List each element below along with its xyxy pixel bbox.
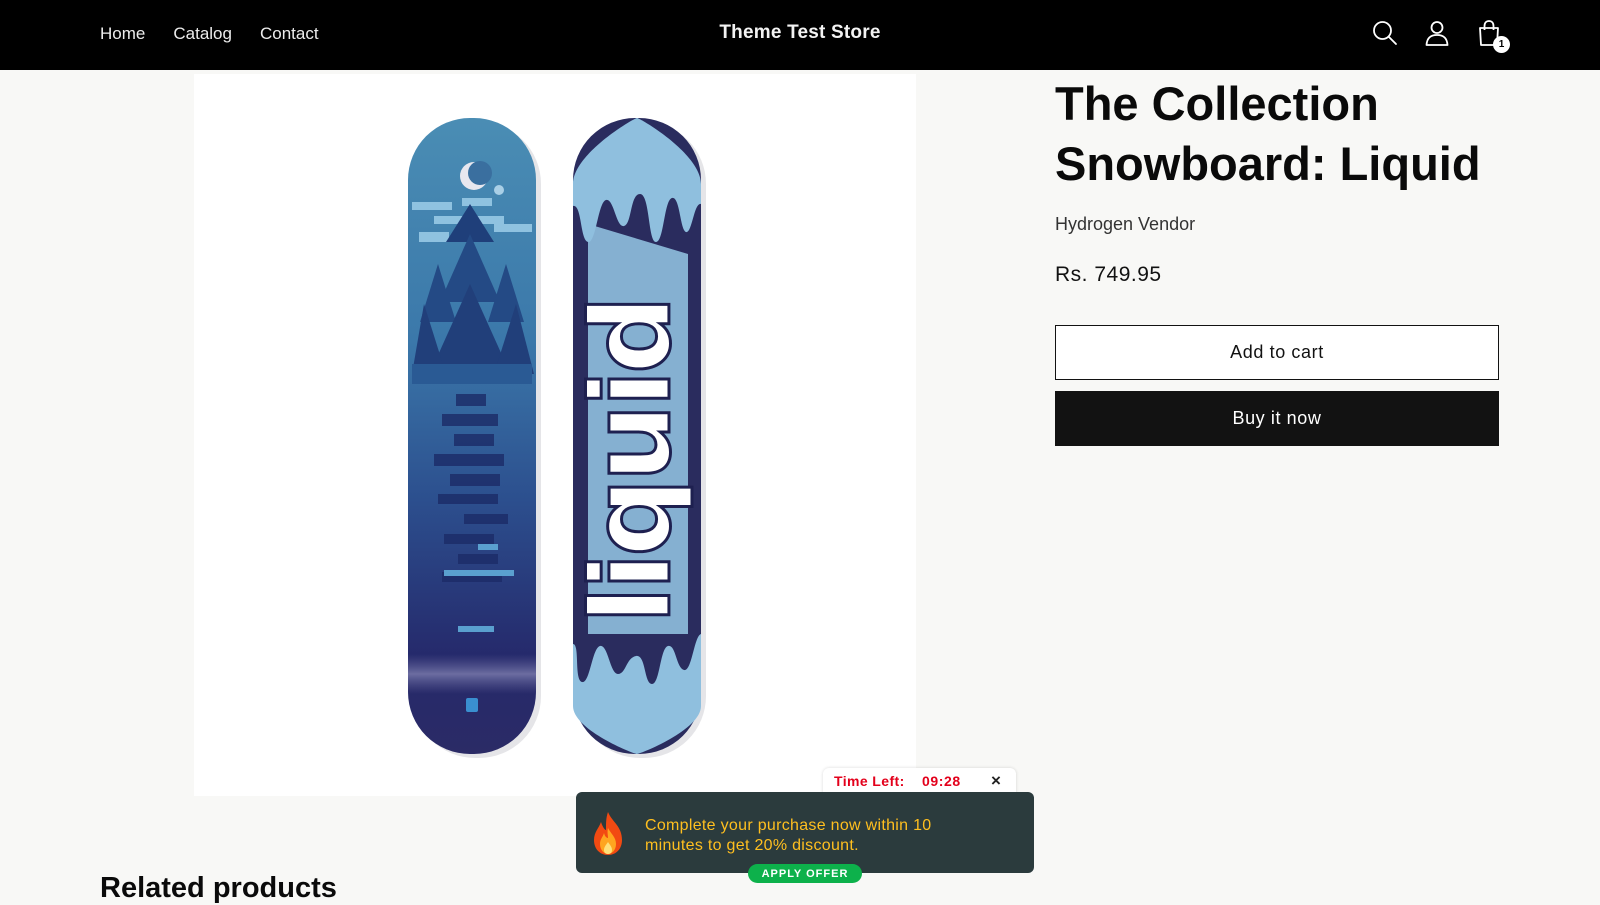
cart-icon[interactable]: 1 [1474, 18, 1510, 53]
product-image[interactable]: liquid [194, 74, 916, 796]
close-icon[interactable]: × [991, 771, 1001, 791]
fire-icon [594, 812, 622, 855]
store-name[interactable]: Theme Test Store [0, 22, 1600, 44]
site-header: Home Catalog Contact Theme Test Store 1 [0, 0, 1600, 70]
add-to-cart-button[interactable]: Add to cart [1055, 325, 1499, 380]
snowboard-image: liquid [408, 118, 706, 758]
related-products-heading: Related products [100, 872, 337, 904]
header-icons: 1 [1370, 18, 1510, 53]
timer-value: 09:28 [922, 773, 961, 789]
timer-label: Time Left: [834, 773, 905, 789]
account-icon[interactable] [1422, 18, 1452, 48]
offer-popup: Complete your purchase now within 10 min… [576, 792, 1034, 873]
search-icon[interactable] [1370, 18, 1400, 48]
board-graphic-text: liquid [567, 299, 695, 624]
offer-message: Complete your purchase now within 10 min… [645, 817, 932, 854]
apply-offer-button[interactable]: APPLY OFFER [748, 864, 862, 883]
product-title: The Collection Snowboard: Liquid [1055, 77, 1481, 190]
offer-timer-tab: Time Left: 09:28 × [823, 768, 1016, 795]
buy-now-button[interactable]: Buy it now [1055, 391, 1499, 446]
product-vendor: Hydrogen Vendor [1055, 214, 1196, 234]
product-price: Rs. 749.95 [1055, 263, 1162, 286]
cart-count-badge: 1 [1493, 36, 1510, 53]
